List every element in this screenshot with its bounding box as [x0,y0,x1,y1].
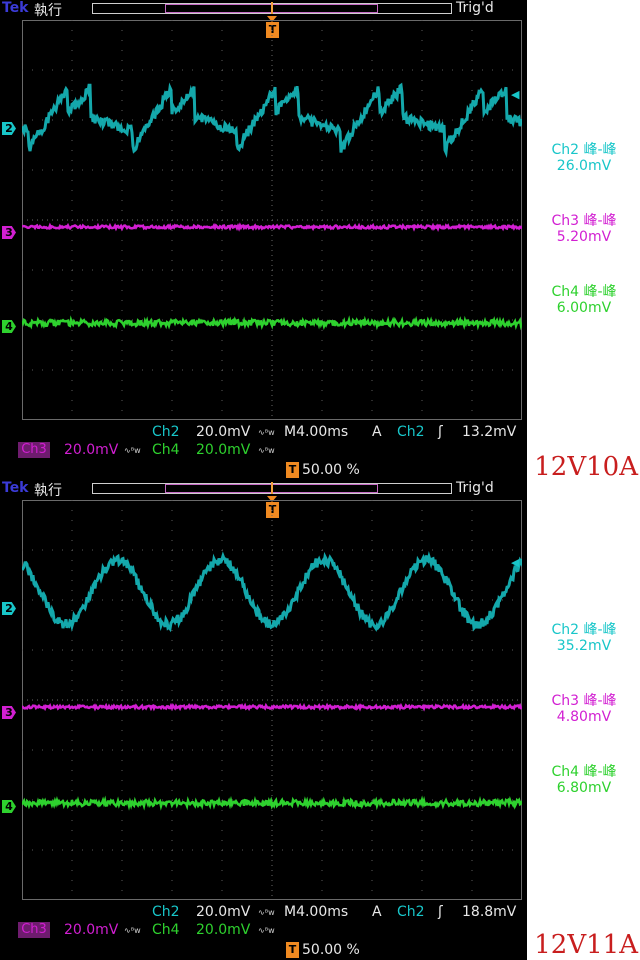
ch2-label: Ch2 [152,904,180,920]
ch3-scale: 20.0mV [64,442,118,458]
oscilloscope-screen-2: Tek 執行 Trig'd T 2 3 4 ◀ Ch2 20.0mV ∿ᴮw M… [0,480,527,960]
ch3-label: Ch3 [18,922,50,938]
trigger-source: Ch2 [397,424,425,440]
record-position-bar [92,483,452,494]
ch2-ground-marker[interactable]: 2 [2,602,16,615]
ch2-label: Ch2 [152,424,180,440]
scale-readout-row-2: Ch3 20.0mV ∿ᴮw Ch4 20.0mV ∿ᴮw [0,922,527,940]
rising-edge-icon: ʃ [438,424,443,440]
record-position-bar [92,3,452,14]
ch4-ground-marker[interactable]: 4 [2,800,16,813]
ch4-measure-value: 6.80mV [528,780,640,796]
ch2-measurement: Ch2 峰-峰 35.2mV [528,622,640,654]
condition-label: 12V10A [534,452,638,482]
ch3-measure-value: 4.80mV [528,709,640,725]
ch4-scale: 20.0mV [196,442,250,458]
ch4-waveform [22,320,522,326]
bandwidth-limit-icon: ∿ᴮw [258,446,275,455]
ch2-measure-label: Ch2 峰-峰 [528,142,640,158]
horizontal-position-readout: T 50.00 % [286,462,376,478]
timebase: M4.00ms [284,424,348,440]
bandwidth-limit-icon: ∿ᴮw [258,908,275,917]
ch4-measure-label: Ch4 峰-峰 [528,764,640,780]
waveform-graticule [22,500,522,900]
timebase: M4.00ms [284,904,348,920]
trigger-status: Trig'd [456,480,494,496]
bandwidth-limit-icon: ∿ᴮw [258,926,275,935]
ch4-label: Ch4 [152,442,180,458]
ch2-measure-value: 26.0mV [528,158,640,174]
ch3-measurement: Ch3 峰-峰 5.20mV [528,213,640,245]
trigger-icon: T [286,462,299,478]
ch2-measurement: Ch2 峰-峰 26.0mV [528,142,640,174]
ch4-waveform [22,800,522,806]
ch3-waveform [22,226,522,229]
ch2-waveform [22,85,522,152]
ch2-measure-label: Ch2 峰-峰 [528,622,640,638]
trigger-icon: T [286,942,299,958]
ch3-scale: 20.0mV [64,922,118,938]
ch3-ground-marker[interactable]: 3 [2,226,16,239]
scope-header: Tek 執行 Trig'd [0,0,527,18]
horizontal-position: 50.00 % [302,942,360,958]
trigger-level: 13.2mV [462,424,516,440]
scale-readout-row-1: Ch2 20.0mV ∿ᴮw M4.00ms A Ch2 ʃ 18.8mV [0,904,527,922]
ch2-measure-value: 35.2mV [528,638,640,654]
trigger-level-arrow-icon[interactable]: ◀ [511,556,519,569]
oscilloscope-screen-1: Tek 執行 Trig'd T 2 3 4 ◀ Ch2 20.0mV ∿ᴮw M… [0,0,527,480]
ch4-measurement: Ch4 峰-峰 6.80mV [528,764,640,796]
condition-label: 12V11A [534,930,638,960]
ch3-label: Ch3 [18,442,50,458]
ch3-measurement: Ch3 峰-峰 4.80mV [528,693,640,725]
ch4-label: Ch4 [152,922,180,938]
ch2-scale: 20.0mV [196,424,250,440]
record-center-marker [271,482,273,494]
trigger-mode: A [372,424,382,440]
bandwidth-limit-icon: ∿ᴮw [124,926,141,935]
bandwidth-limit-icon: ∿ᴮw [258,428,275,437]
ch3-waveform [22,706,522,709]
scale-readout-row-2: Ch3 20.0mV ∿ᴮw Ch4 20.0mV ∿ᴮw [0,442,527,460]
ch3-measure-label: Ch3 峰-峰 [528,213,640,229]
waveform-graticule [22,20,522,420]
acquisition-mode: 執行 [34,0,62,20]
ch2-scale: 20.0mV [196,904,250,920]
record-center-marker [271,2,273,14]
trigger-level: 18.8mV [462,904,516,920]
horizontal-position: 50.00 % [302,462,360,478]
ch3-ground-marker[interactable]: 3 [2,706,16,719]
ch4-scale: 20.0mV [196,922,250,938]
ch4-measure-value: 6.00mV [528,300,640,316]
trigger-source: Ch2 [397,904,425,920]
ch4-measure-label: Ch4 峰-峰 [528,284,640,300]
rising-edge-icon: ʃ [438,904,443,920]
scale-readout-row-1: Ch2 20.0mV ∿ᴮw M4.00ms A Ch2 ʃ 13.2mV [0,424,527,442]
ch2-ground-marker[interactable]: 2 [2,122,16,135]
ch4-ground-marker[interactable]: 4 [2,320,16,333]
trigger-level-arrow-icon[interactable]: ◀ [511,88,519,101]
horizontal-position-readout: T 50.00 % [286,942,376,958]
ch3-measure-value: 5.20mV [528,229,640,245]
bandwidth-limit-icon: ∿ᴮw [124,446,141,455]
trigger-status: Trig'd [456,0,494,16]
acquisition-mode: 執行 [34,480,62,500]
ch4-measurement: Ch4 峰-峰 6.00mV [528,284,640,316]
ch2-waveform [22,555,522,628]
trigger-mode: A [372,904,382,920]
brand-logo: Tek [2,0,29,16]
brand-logo: Tek [2,480,29,496]
scope-header: Tek 執行 Trig'd [0,480,527,498]
ch3-measure-label: Ch3 峰-峰 [528,693,640,709]
